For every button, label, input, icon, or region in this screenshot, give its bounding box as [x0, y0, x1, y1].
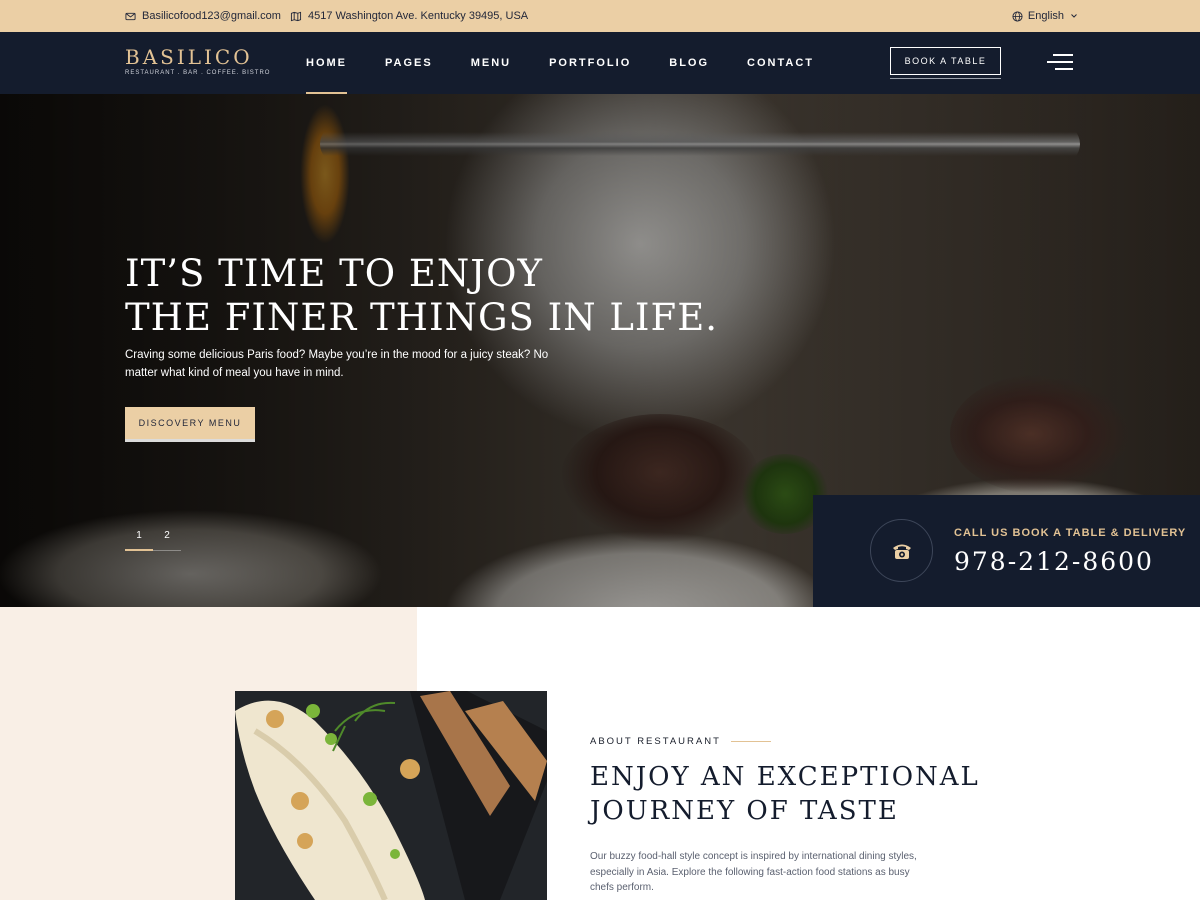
globe-icon — [1012, 10, 1024, 22]
call-booking-box: CALL US BOOK A TABLE & DELIVERY 978-212-… — [813, 495, 1200, 607]
language-selector[interactable]: English — [1012, 10, 1080, 22]
hero-title-line2: THE FINER THINGS IN LIFE. — [125, 296, 718, 339]
nav-item-menu[interactable]: MENU — [471, 32, 511, 94]
top-bar: Basilicofood123@gmail.com 4517 Washingto… — [0, 0, 1200, 32]
hero-banner: IT’S TIME TO ENJOY THE FINER THINGS IN L… — [0, 94, 1200, 607]
chevron-down-icon[interactable] — [1068, 10, 1080, 22]
language-label[interactable]: English — [1028, 10, 1064, 22]
hero-description: Craving some delicious Paris food? Maybe… — [125, 349, 549, 379]
about-title-line2: JOURNEY OF TASTE — [590, 796, 899, 826]
address-text: 4517 Washington Ave. Kentucky 39495, USA — [308, 10, 529, 22]
call-label: CALL US BOOK A TABLE & DELIVERY — [954, 527, 1187, 539]
nav-item-portfolio[interactable]: PORTFOLIO — [549, 32, 631, 94]
hamburger-menu-icon[interactable] — [1047, 54, 1073, 70]
email-text[interactable]: Basilicofood123@gmail.com — [142, 10, 281, 22]
mail-icon — [124, 10, 136, 22]
kicker-divider — [730, 741, 771, 742]
slide-dot-2[interactable]: 2 — [153, 530, 181, 551]
nav-item-home[interactable]: HOME — [306, 32, 347, 94]
nav-item-contact[interactable]: CONTACT — [747, 32, 814, 94]
address-contact: 4517 Washington Ave. Kentucky 39495, USA — [290, 10, 528, 22]
nav-menu: HOME PAGES MENU PORTFOLIO BLOG CONTACT — [306, 32, 852, 94]
map-icon — [290, 10, 302, 22]
brand-tagline: RESTAURANT . BAR . COFFEE. BISTRO — [125, 70, 271, 76]
slide-pagination: 1 2 — [125, 530, 181, 551]
about-title-line1: ENJOY AN EXCEPTIONAL — [590, 762, 980, 792]
slide-dot-1[interactable]: 1 — [125, 530, 153, 551]
about-dish-image — [235, 691, 547, 900]
discovery-menu-button[interactable]: DISCOVERY MENU — [125, 407, 255, 442]
about-description: Our buzzy food-hall style concept is ins… — [590, 851, 917, 893]
about-kicker-text: ABOUT RESTAURANT — [590, 736, 721, 747]
hero-title: IT’S TIME TO ENJOY THE FINER THINGS IN L… — [125, 252, 718, 340]
brand-name[interactable]: BASILICO — [125, 46, 270, 68]
book-table-button[interactable]: BOOK A TABLE — [890, 47, 1001, 75]
call-phone-number[interactable]: 978-212-8600 — [954, 547, 1154, 576]
nav-item-blog[interactable]: BLOG — [669, 32, 709, 94]
phone-icon[interactable] — [870, 519, 933, 582]
book-button-underline — [890, 78, 1001, 79]
about-kicker: ABOUT RESTAURANT — [590, 736, 771, 747]
nav-item-pages[interactable]: PAGES — [385, 32, 433, 94]
brand-logo[interactable]: BASILICO RESTAURANT . BAR . COFFEE. BIST… — [125, 46, 270, 76]
hero-title-line1: IT’S TIME TO ENJOY — [125, 252, 543, 295]
about-title: ENJOY AN EXCEPTIONAL JOURNEY OF TASTE — [590, 760, 980, 828]
email-contact[interactable]: Basilicofood123@gmail.com — [124, 10, 281, 22]
main-navigation: BASILICO RESTAURANT . BAR . COFFEE. BIST… — [0, 32, 1200, 94]
